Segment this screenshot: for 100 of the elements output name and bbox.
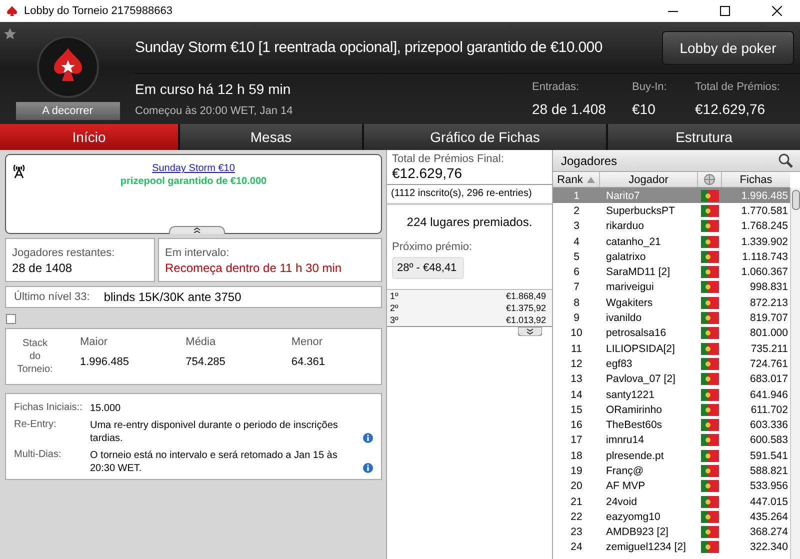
checkbox[interactable]	[6, 314, 16, 324]
player-cell-text: TheBest60s	[605, 419, 664, 432]
player-row[interactable]: 17 imnru14 600.583	[553, 432, 790, 448]
player-row[interactable]: 3 rikarduo 1.768.245	[553, 218, 790, 234]
chips-cell-text: 447.015	[749, 496, 789, 508]
rank-cell-text: 17	[570, 434, 584, 446]
column-label: Menor	[291, 336, 323, 348]
collapse-handle[interactable]	[169, 226, 225, 234]
player-cell-text: SuperbucksPT	[605, 204, 676, 217]
player-column-header[interactable]: Jogador	[600, 172, 698, 187]
prize-total-label: Total de Prémios Final:	[392, 153, 505, 165]
player-cell-text: mariveigui	[605, 281, 655, 294]
player-cell-text: egf83	[605, 358, 634, 370]
rank-cell-text: 9	[572, 312, 580, 324]
player-row[interactable]: 2 SuperbucksPT 1.770.581	[553, 203, 790, 219]
chips-cell-text: 1.339.902	[740, 236, 789, 248]
next-prize-label: Próximo prémio:	[391, 241, 474, 253]
player-row[interactable]: 9 ivanildo 819.707	[553, 310, 790, 326]
player-cell-text: eazyomg10	[605, 510, 662, 523]
flag-icon	[701, 419, 719, 432]
player-row[interactable]: 18 plresende.pt 591.541	[553, 448, 790, 464]
tab[interactable]: Gráfico de Fichas	[364, 124, 606, 150]
player-row[interactable]: 21 24void 447.015	[553, 494, 790, 510]
flag-icon	[701, 266, 719, 278]
entries-text: (1112 inscrito(s), 296 re-entries)	[387, 185, 552, 205]
player-row[interactable]: 12 egf83 724.761	[553, 356, 790, 372]
player-row[interactable]: 22 eazyomg10 435.264	[553, 509, 790, 525]
tab[interactable]: Início	[0, 124, 178, 150]
info-label: Fichas Iniciais::	[14, 402, 84, 415]
player-row[interactable]: 19 Franç@ 588.821	[553, 463, 790, 479]
player-row[interactable]: 15 ORamirinho 611.702	[553, 402, 790, 418]
rank-cell-text: 12	[570, 358, 584, 370]
player-row[interactable]: 13 Pavlova_07 [2] 683.017	[553, 372, 790, 387]
player-row[interactable]: 10 petrosalsa16 801.000	[553, 326, 790, 341]
player-row[interactable]: 23 AMDB923 [2] 368.274	[553, 524, 790, 540]
chips-cell-text: 819.707	[749, 312, 789, 324]
close-icon	[772, 6, 782, 16]
flag-icon	[701, 204, 719, 217]
expand-handle[interactable]	[518, 327, 542, 336]
player-row[interactable]: 20 AF MVP 533.956	[553, 478, 790, 494]
flag-icon	[701, 220, 719, 232]
info-icon[interactable]	[363, 433, 373, 443]
search-icon[interactable]	[778, 152, 794, 168]
news-link[interactable]: Sunday Storm €10	[152, 163, 235, 174]
rank-cell-text: 2	[572, 204, 580, 217]
player-cell-text: 24void	[605, 496, 638, 508]
field-value: 28 de 1408	[12, 261, 74, 275]
player-row[interactable]: 6 SaraMD11 [2] 1.060.367	[553, 264, 790, 280]
chips-cell-text: 1.996.485	[740, 190, 789, 202]
chips-cell-text: 1.770.581	[740, 204, 789, 217]
chips-cell-text: 735.211	[750, 342, 789, 355]
field-label: Último nível 33:	[14, 291, 90, 303]
player-cell-text: ivanildo	[605, 312, 643, 324]
flag-icon	[701, 250, 719, 263]
players-title: Jogadores	[561, 154, 618, 168]
player-row[interactable]: 8 Wgakiters 872.213	[553, 295, 790, 310]
player-row[interactable]: 24 zemiguel1234 [2] 322.340	[553, 540, 790, 556]
info-label: Re-Entry:	[14, 419, 58, 432]
star-icon[interactable]	[3, 27, 17, 41]
rank-cell-text: 15	[570, 404, 584, 416]
sort-up-icon	[586, 176, 595, 182]
flag-icon	[701, 373, 719, 386]
rank-column-header[interactable]: Rank	[553, 172, 600, 187]
field-value: blinds 15K/30K ante 3750	[104, 290, 242, 304]
running-time: Em curso há 12 h 59 min	[135, 81, 292, 97]
player-row[interactable]: 4 catanho_21 1.339.902	[553, 234, 790, 250]
info-icon[interactable]	[363, 463, 373, 473]
lobby-button[interactable]: Lobby de poker	[662, 30, 794, 64]
player-row[interactable]: 14 santy1221 641.946	[553, 386, 790, 402]
chips-column-header[interactable]: Fichas	[722, 172, 790, 187]
rank-cell-text: 24	[570, 541, 584, 554]
stack-value: 1.996.485	[80, 356, 129, 368]
player-row[interactable]: 5 galatrixo 1.118.743	[553, 249, 790, 264]
rank-cell-text: 23	[570, 526, 584, 538]
player-row[interactable]: 16 TheBest60s 603.336	[553, 417, 790, 433]
scroll-thumb[interactable]	[792, 190, 800, 210]
tab[interactable]: Estrutura	[608, 124, 800, 150]
flag-icon	[701, 236, 719, 248]
chips-cell-text: 603.336	[749, 419, 789, 432]
flag-icon	[701, 388, 719, 400]
chips-cell-text: 1.118.743	[741, 250, 789, 263]
field-value: Recomeça dentro de 11 h 30 min	[165, 261, 343, 275]
flag-icon	[701, 480, 719, 492]
rank-cell-text: 16	[570, 419, 584, 432]
chips-cell-text: 724.761	[749, 358, 789, 370]
player-cell-text: Pavlova_07 [2]	[605, 373, 676, 386]
tab[interactable]: Mesas	[180, 124, 362, 150]
status-ribbon: A decorrer	[16, 102, 120, 120]
player-row[interactable]: 7 mariveigui 998.831	[553, 280, 790, 296]
globe-icon[interactable]	[704, 174, 715, 185]
tournament-title: Sunday Storm €10 [1 reentrada opcional], prizepool garantido de €10.000	[135, 39, 602, 56]
rank-cell-text: 20	[570, 480, 584, 492]
rank-cell-text: 11	[570, 342, 583, 355]
info-value: Uma re-entry disponivel durante o periodo de inscrições tardias.	[90, 419, 339, 445]
flag-icon	[701, 296, 719, 309]
flag-icon	[701, 541, 719, 554]
info-value: 15.000	[90, 402, 121, 415]
column-label: Média	[186, 336, 216, 348]
flag-icon	[701, 404, 719, 416]
player-row[interactable]: 11 LILIOPSIDA[2] 735.211	[553, 340, 790, 356]
